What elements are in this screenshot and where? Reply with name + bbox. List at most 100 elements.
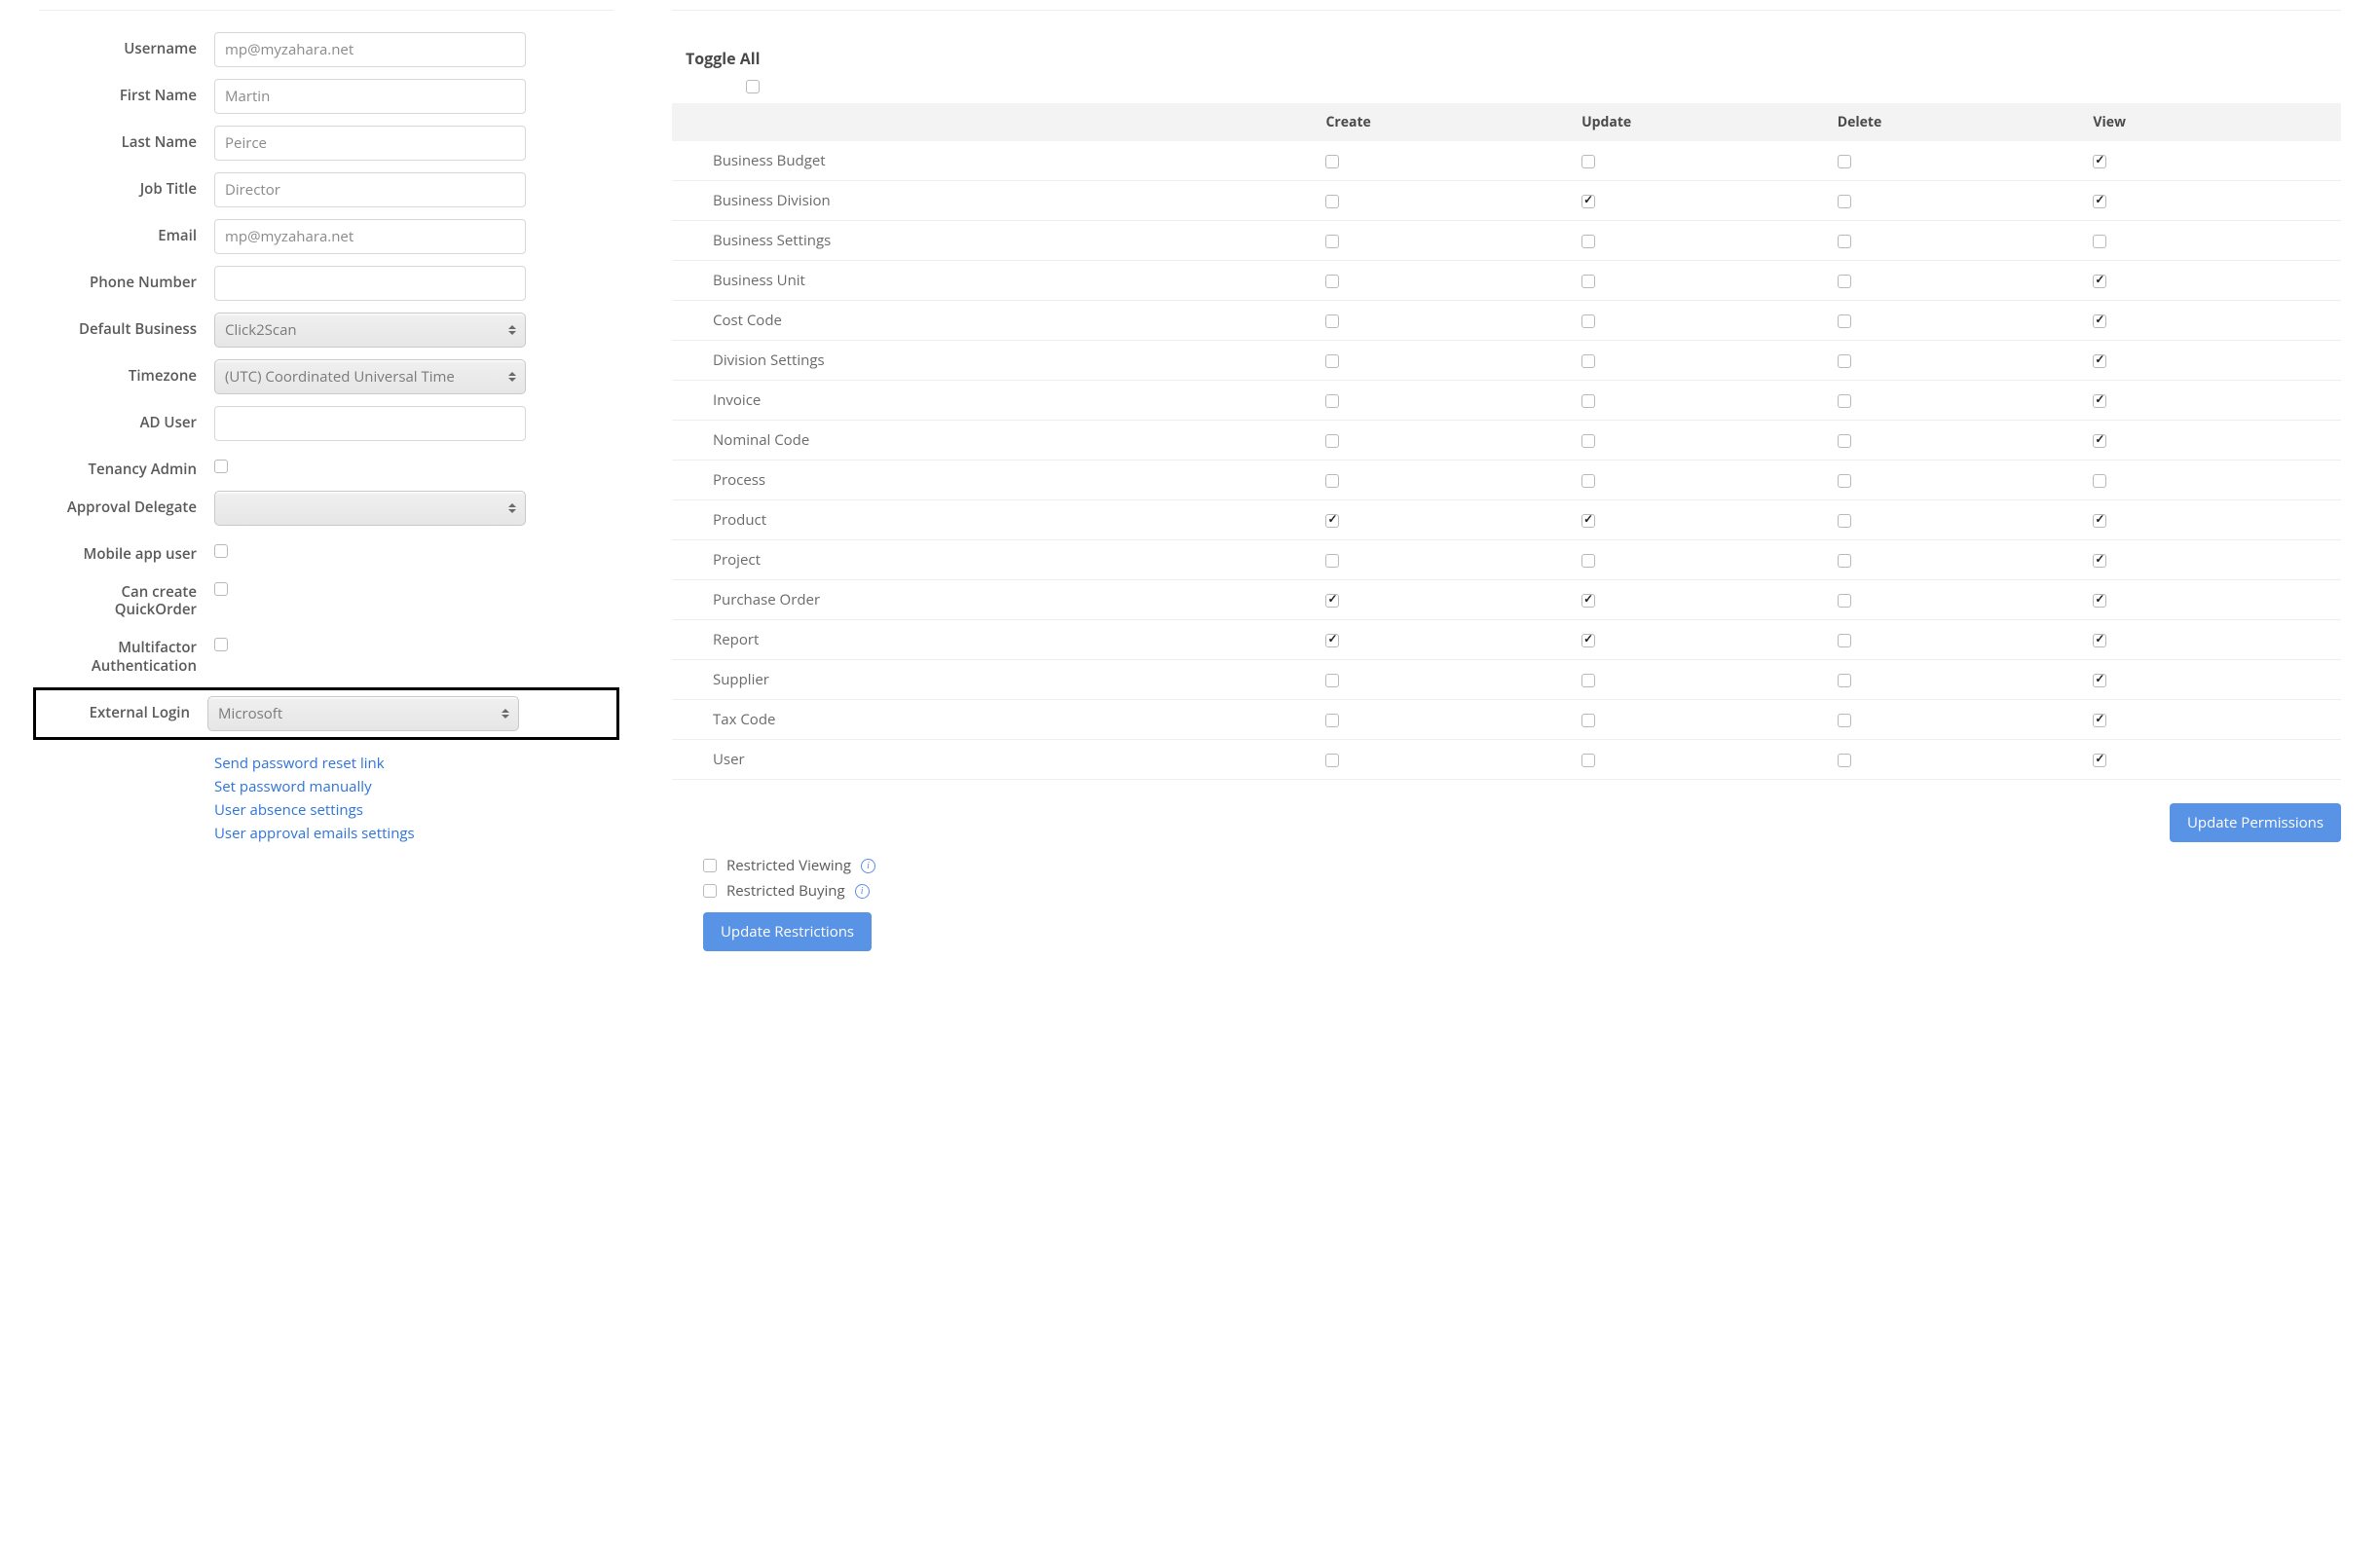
phone-input[interactable] <box>214 266 526 301</box>
permission-update-checkbox[interactable] <box>1581 714 1595 727</box>
aduser-input[interactable] <box>214 406 526 441</box>
defaultbusiness-select[interactable]: Click2Scan <box>214 313 526 348</box>
permission-view-checkbox[interactable] <box>2093 155 2106 168</box>
user-approval-emails-link[interactable]: User approval emails settings <box>214 822 614 845</box>
permission-view-checkbox[interactable] <box>2093 714 2106 727</box>
permission-update-checkbox[interactable] <box>1581 634 1595 647</box>
update-restrictions-button[interactable]: Update Restrictions <box>703 912 872 951</box>
permission-view-checkbox[interactable] <box>2093 754 2106 767</box>
permission-view-checkbox[interactable] <box>2093 394 2106 408</box>
externallogin-label: External Login <box>36 696 207 722</box>
lastname-input[interactable] <box>214 126 526 161</box>
permission-delete-checkbox[interactable] <box>1838 235 1851 248</box>
permission-view-checkbox[interactable] <box>2093 594 2106 608</box>
permission-update-checkbox[interactable] <box>1581 514 1595 528</box>
permission-delete-checkbox[interactable] <box>1838 434 1851 448</box>
phone-label: Phone Number <box>39 266 214 292</box>
send-password-reset-link[interactable]: Send password reset link <box>214 752 614 775</box>
permission-view-checkbox[interactable] <box>2093 354 2106 368</box>
permission-delete-checkbox[interactable] <box>1838 394 1851 408</box>
permission-create-checkbox[interactable] <box>1325 474 1339 488</box>
info-icon[interactable]: i <box>861 859 875 873</box>
permission-update-checkbox[interactable] <box>1581 754 1595 767</box>
permission-create-checkbox[interactable] <box>1325 354 1339 368</box>
permission-delete-checkbox[interactable] <box>1838 754 1851 767</box>
table-row: Invoice <box>672 381 2341 421</box>
permission-update-checkbox[interactable] <box>1581 674 1595 687</box>
permission-update-checkbox[interactable] <box>1581 155 1595 168</box>
info-icon[interactable]: i <box>855 884 870 899</box>
approvaldelegate-label: Approval Delegate <box>39 491 214 517</box>
permission-view-checkbox[interactable] <box>2093 195 2106 208</box>
permission-delete-checkbox[interactable] <box>1838 594 1851 608</box>
permission-update-checkbox[interactable] <box>1581 554 1595 568</box>
permission-create-checkbox[interactable] <box>1325 275 1339 288</box>
permission-view-checkbox[interactable] <box>2093 474 2106 488</box>
permission-delete-checkbox[interactable] <box>1838 554 1851 568</box>
permission-create-checkbox[interactable] <box>1325 634 1339 647</box>
permission-delete-checkbox[interactable] <box>1838 354 1851 368</box>
set-password-manually-link[interactable]: Set password manually <box>214 775 614 798</box>
firstname-input[interactable] <box>214 79 526 114</box>
permission-create-checkbox[interactable] <box>1325 674 1339 687</box>
username-input[interactable] <box>214 32 526 67</box>
permission-update-checkbox[interactable] <box>1581 474 1595 488</box>
permission-view-checkbox[interactable] <box>2093 634 2106 647</box>
permission-view-checkbox[interactable] <box>2093 235 2106 248</box>
permission-delete-checkbox[interactable] <box>1838 275 1851 288</box>
permission-create-checkbox[interactable] <box>1325 434 1339 448</box>
permission-create-checkbox[interactable] <box>1325 195 1339 208</box>
mfa-checkbox[interactable] <box>214 638 228 651</box>
permission-view-checkbox[interactable] <box>2093 674 2106 687</box>
permission-update-checkbox[interactable] <box>1581 394 1595 408</box>
restricted-viewing-checkbox[interactable] <box>703 859 717 872</box>
permission-view-checkbox[interactable] <box>2093 514 2106 528</box>
jobtitle-input[interactable] <box>214 172 526 207</box>
permission-delete-checkbox[interactable] <box>1838 314 1851 328</box>
permission-update-checkbox[interactable] <box>1581 275 1595 288</box>
table-row: Business Division <box>672 181 2341 221</box>
permission-create-checkbox[interactable] <box>1325 554 1339 568</box>
permission-update-checkbox[interactable] <box>1581 434 1595 448</box>
email-input[interactable] <box>214 219 526 254</box>
permission-delete-checkbox[interactable] <box>1838 714 1851 727</box>
externallogin-select[interactable]: Microsoft <box>207 696 519 731</box>
permission-delete-checkbox[interactable] <box>1838 514 1851 528</box>
permission-create-checkbox[interactable] <box>1325 155 1339 168</box>
tenancyadmin-checkbox[interactable] <box>214 460 228 473</box>
permission-update-checkbox[interactable] <box>1581 314 1595 328</box>
permission-delete-checkbox[interactable] <box>1838 674 1851 687</box>
toggle-all-checkbox[interactable] <box>746 80 760 93</box>
restricted-buying-checkbox[interactable] <box>703 884 717 898</box>
right-divider <box>672 10 2341 11</box>
permission-view-checkbox[interactable] <box>2093 275 2106 288</box>
approvaldelegate-select[interactable] <box>214 491 526 526</box>
permission-create-checkbox[interactable] <box>1325 235 1339 248</box>
update-permissions-button[interactable]: Update Permissions <box>2170 803 2341 842</box>
permission-delete-checkbox[interactable] <box>1838 634 1851 647</box>
permission-create-checkbox[interactable] <box>1325 714 1339 727</box>
mobileapp-label: Mobile app user <box>39 537 214 564</box>
permission-view-checkbox[interactable] <box>2093 554 2106 568</box>
timezone-select[interactable]: (UTC) Coordinated Universal Time <box>214 359 526 394</box>
permission-view-checkbox[interactable] <box>2093 434 2106 448</box>
permission-update-checkbox[interactable] <box>1581 195 1595 208</box>
permissions-col-delete: Delete <box>1830 103 2086 141</box>
mobileapp-checkbox[interactable] <box>214 544 228 558</box>
user-absence-settings-link[interactable]: User absence settings <box>214 798 614 822</box>
permission-update-checkbox[interactable] <box>1581 594 1595 608</box>
permission-update-checkbox[interactable] <box>1581 354 1595 368</box>
permission-create-checkbox[interactable] <box>1325 754 1339 767</box>
permission-create-checkbox[interactable] <box>1325 514 1339 528</box>
permission-delete-checkbox[interactable] <box>1838 474 1851 488</box>
permission-create-checkbox[interactable] <box>1325 314 1339 328</box>
permission-delete-checkbox[interactable] <box>1838 195 1851 208</box>
permission-create-checkbox[interactable] <box>1325 394 1339 408</box>
permission-name: Invoice <box>672 381 1318 421</box>
permission-delete-checkbox[interactable] <box>1838 155 1851 168</box>
permission-update-checkbox[interactable] <box>1581 235 1595 248</box>
permission-create-checkbox[interactable] <box>1325 594 1339 608</box>
permission-name: Division Settings <box>672 341 1318 381</box>
quickorder-checkbox[interactable] <box>214 582 228 596</box>
permission-view-checkbox[interactable] <box>2093 314 2106 328</box>
